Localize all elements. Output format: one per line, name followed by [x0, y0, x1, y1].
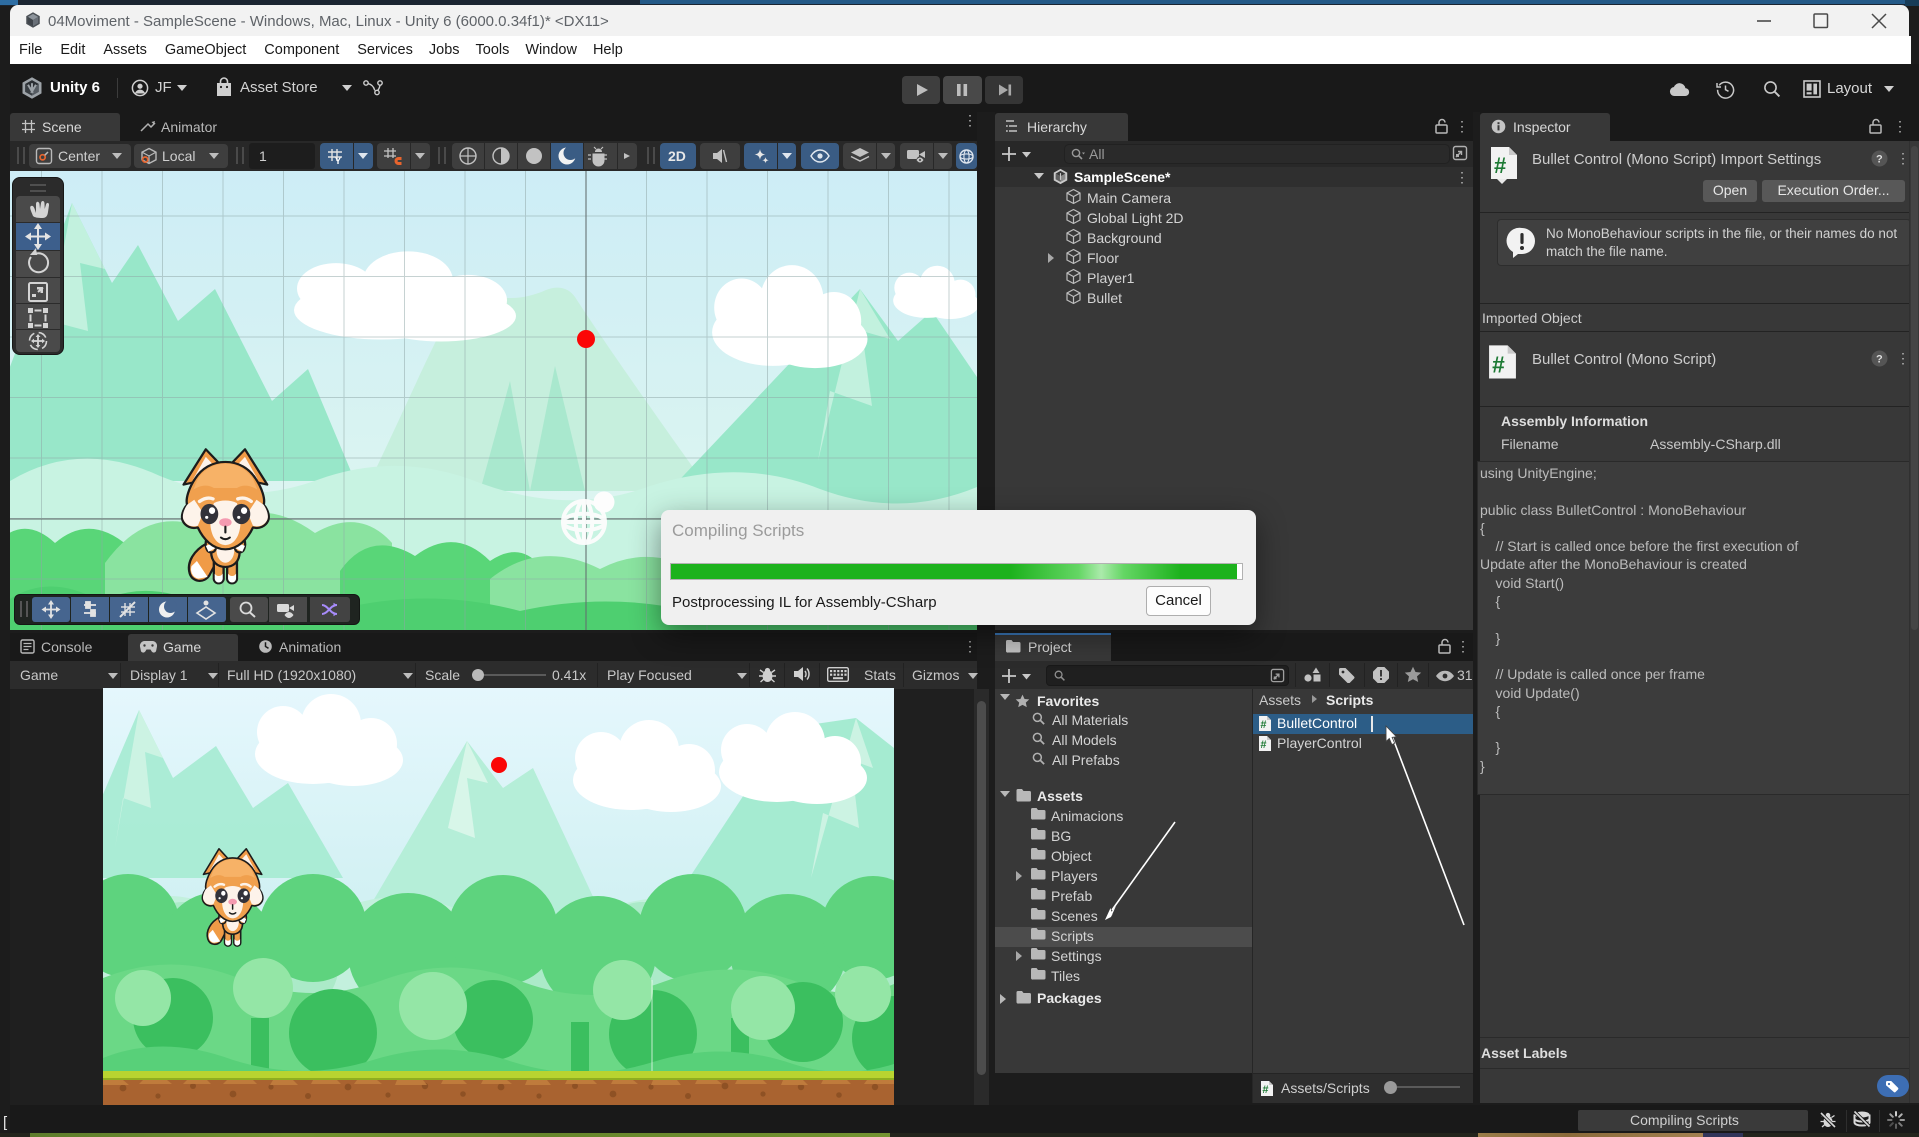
svg-text:#: # — [1492, 351, 1505, 377]
svg-text:?: ? — [1876, 154, 1883, 166]
svg-text:#: # — [1262, 1084, 1268, 1096]
svg-text:#: # — [1260, 739, 1266, 751]
svg-text:?: ? — [1876, 354, 1883, 366]
svg-text:Y: Y — [335, 156, 341, 165]
svg-text:#: # — [1260, 719, 1266, 731]
svg-text:#: # — [1494, 153, 1506, 178]
